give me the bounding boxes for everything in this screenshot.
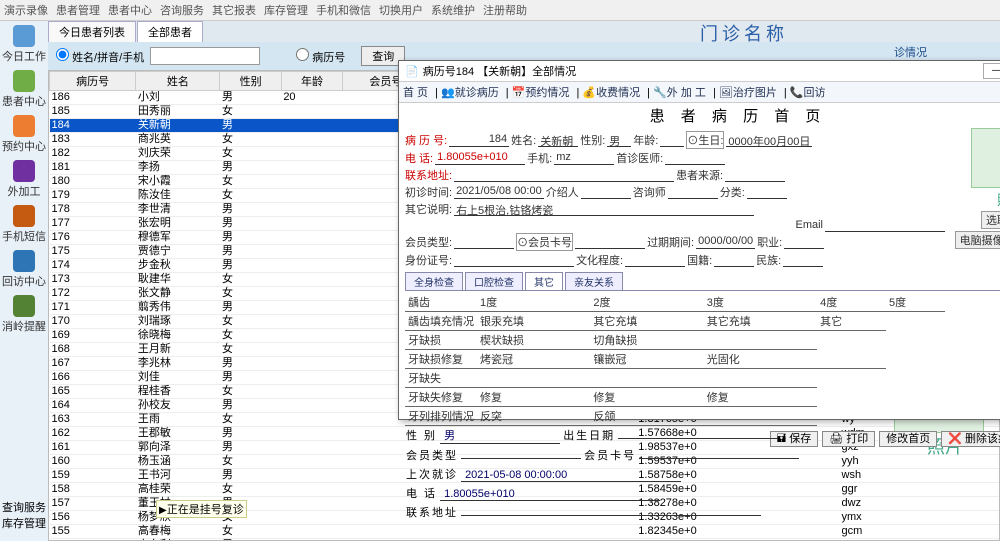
menu-item[interactable]: 注册帮助 [483,5,527,17]
sub-tabs: 全身检查口腔检查其它亲友关系 [405,272,1000,291]
col-header[interactable]: 病历号 [50,72,136,91]
cardno-button[interactable]: ⊙会员卡号 [516,233,573,251]
menu-item[interactable]: 患者中心 [108,5,152,17]
sidebar: 今日工作患者中心预约中心外加工手机短信回访中心消岭提醒 [0,21,48,541]
bottom-item[interactable]: 查询服务 [0,499,48,515]
photo-label: 照片 [951,190,1000,210]
pick-photo-button[interactable]: 选取照片.. [981,211,1000,229]
subtab[interactable]: 口腔检查 [465,272,523,290]
photo-image: 👥 [971,128,1000,188]
bottom-item[interactable]: 库存管理 [0,515,48,531]
row-status: ▶正在是挂号复诊 [156,500,247,518]
subtab[interactable]: 其它 [525,272,563,290]
toolbar-item[interactable]: 👥就诊病历 [441,87,499,99]
toolbar-item[interactable]: 💰收费情况 [582,87,640,99]
modal-titlebar: 📄 病历号184 【关新朝】全部情况 — ☐ ✕ [399,61,1000,82]
toolbar-item[interactable]: 🔧外 加 工 [653,87,706,99]
bottom-bar: 查询服务 库存管理 [0,499,48,531]
menu-item[interactable]: 演示录像 [4,5,48,17]
toolbar-item[interactable]: 🖼治疗图片 [719,87,777,99]
camera-button[interactable]: 电脑摄像头采集 [955,231,1000,249]
patient-modal: 📄 病历号184 【关新朝】全部情况 — ☐ ✕ 首 页 | 👥就诊病历 | 📅… [398,60,1000,420]
list-tabs: 今日患者列表 全部患者 [48,21,1000,42]
clinic-title: 门诊名称 [700,20,788,46]
subtab[interactable]: 亲友关系 [565,272,623,290]
bday-button[interactable]: ⊙生日: [686,131,724,149]
col-header[interactable]: 年龄 [281,72,342,91]
toolbar-item[interactable]: 📅预约情况 [512,87,570,99]
opt-recno[interactable]: 病历号 [296,48,345,65]
col-header[interactable]: 姓名 [136,72,220,91]
menu-item[interactable]: 咨询服务 [160,5,204,17]
sidebar-item[interactable]: 回访中心 [2,250,46,289]
modal-icon: 📄 [405,65,419,78]
modal-toolbar: 首 页 | 👥就诊病历 | 📅预约情况 | 💰收费情况 | 🔧外 加 工 | 🖼… [399,82,1000,103]
col-header[interactable]: 性别 [220,72,281,91]
tab-all[interactable]: 全部患者 [137,21,203,42]
menu-item[interactable]: 手机和微信 [316,5,371,17]
toolbar-item[interactable]: 首 页 [403,87,428,99]
menu-item[interactable]: 系统维护 [431,5,475,17]
modal-title: 病历号184 【关新朝】全部情况 [423,63,576,79]
search-input[interactable] [150,47,260,65]
menu-item[interactable]: 库存管理 [264,5,308,17]
dental-table: 龋齿1度2度3度4度5度龋齿填充情况银汞充填其它充填其它充填其它牙缺损楔状缺损切… [405,293,945,426]
form-title: 患 者 病 历 首 页 [399,103,1000,128]
photo-box: 👥 照片 选取照片.. 电脑摄像头采集 拍 取 [951,128,1000,270]
sidebar-item[interactable]: 手机短信 [2,205,46,244]
top-menu: 演示录像患者管理患者中心咨询服务其它报表库存管理手机和微信切换用户系统维护注册帮… [0,0,1000,21]
sidebar-item[interactable]: 患者中心 [2,70,46,109]
min-button[interactable]: — [983,63,1000,79]
menu-item[interactable]: 患者管理 [56,5,100,17]
right-item: 诊情况 [894,44,996,60]
opt-name[interactable]: 姓名/拼音/手机 [56,48,144,65]
subtab[interactable]: 全身检查 [405,272,463,290]
tab-today[interactable]: 今日患者列表 [48,21,136,42]
sidebar-item[interactable]: 今日工作 [2,25,46,64]
toolbar-item[interactable]: 📞回访 [790,87,826,99]
sidebar-item[interactable]: 消岭提醒 [2,295,46,334]
sidebar-item[interactable]: 预约中心 [2,115,46,154]
sidebar-item[interactable]: 外加工 [8,160,41,199]
menu-item[interactable]: 其它报表 [212,5,256,17]
under-panel: 性 别 男 出生日期 会员类型 会员卡号 上次就诊 2021-05-08 00:… [398,420,1000,527]
menu-item[interactable]: 切换用户 [379,5,423,17]
